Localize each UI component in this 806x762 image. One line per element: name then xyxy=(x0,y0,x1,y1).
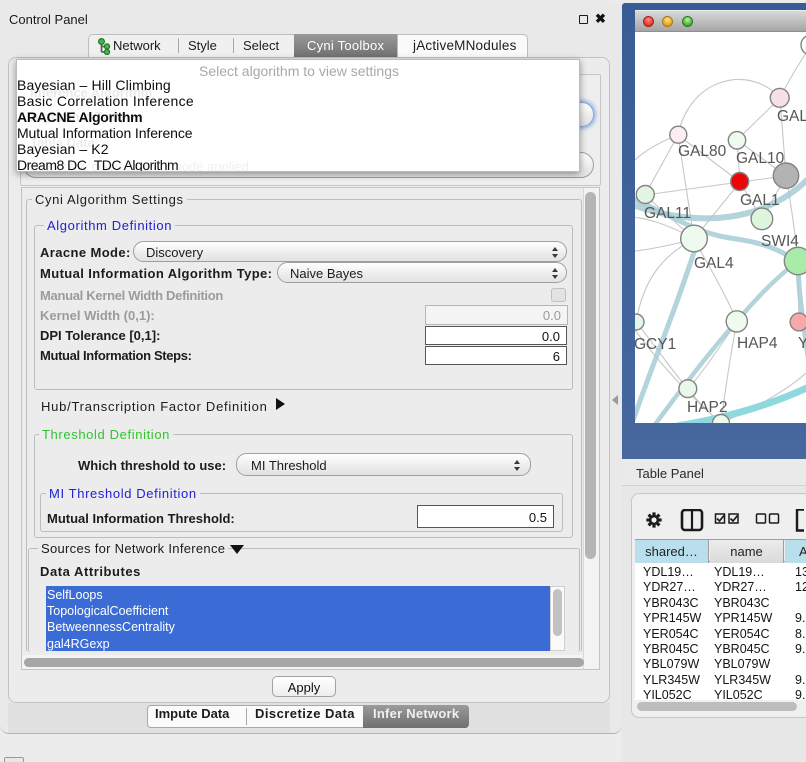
svg-text:SWI4: SWI4 xyxy=(761,233,799,250)
svg-text:GCY1: GCY1 xyxy=(635,336,676,353)
svg-text:HAP4: HAP4 xyxy=(737,335,778,352)
svg-text:GAL11: GAL11 xyxy=(644,205,691,222)
svg-text:GAL4: GAL4 xyxy=(694,255,734,272)
svg-text:GAL80: GAL80 xyxy=(678,143,727,160)
svg-text:GAL7: GAL7 xyxy=(777,108,806,125)
svg-text:GAL1: GAL1 xyxy=(740,192,780,209)
svg-text:GAL10: GAL10 xyxy=(736,150,785,167)
svg-text:HAP2: HAP2 xyxy=(687,399,728,416)
svg-text:Y: Y xyxy=(798,335,806,352)
